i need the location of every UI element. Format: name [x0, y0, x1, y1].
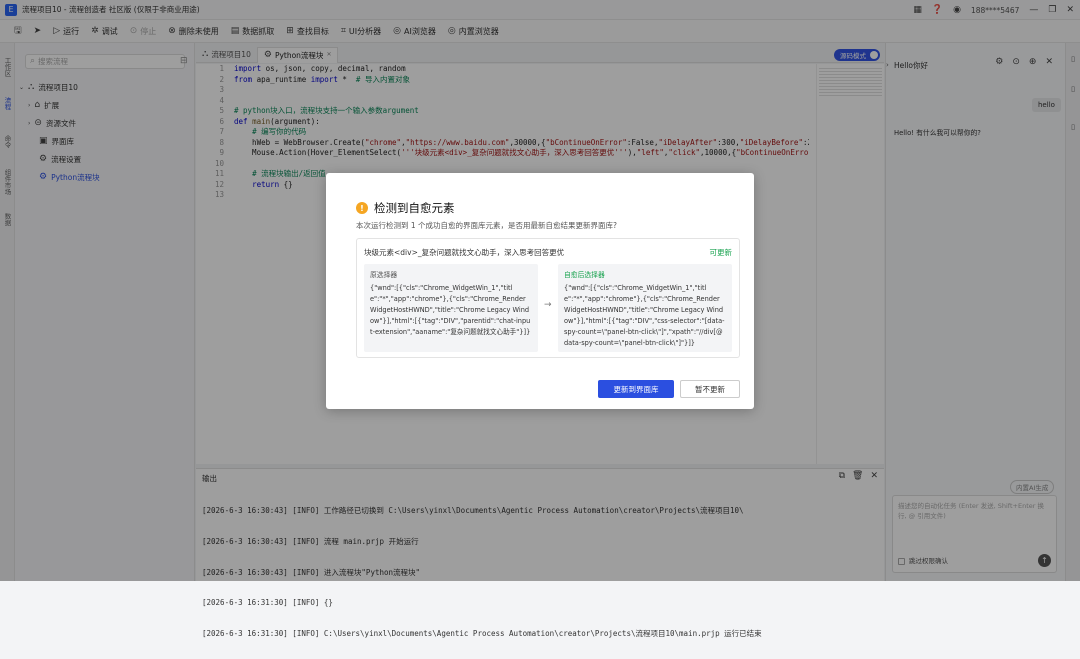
original-selector-label: 原选择器	[370, 271, 398, 279]
healed-selector-text: {"wnd":[{"cls":"Chrome_WidgetWin_1","tit…	[564, 284, 725, 347]
element-card: 块级元素<div>_复杂问题就找文心助手，深入思考回答更优 可更新 原选择器 {…	[356, 238, 740, 358]
healed-selector: 自愈后选择器 {"wnd":[{"cls":"Chrome_WidgetWin_…	[558, 264, 732, 352]
dialog-description: 本次运行检测到 1 个成功自愈的界面库元素，是否用最新自愈结果更新界面库?	[356, 221, 618, 230]
update-library-button[interactable]: 更新到界面库	[598, 380, 674, 398]
element-label: 块级元素<div>_复杂问题就找文心助手，深入思考回答更优	[364, 248, 565, 257]
arrow-right-icon: →	[544, 300, 552, 310]
skip-update-button[interactable]: 暂不更新	[680, 380, 740, 398]
healed-selector-label: 自愈后选择器	[564, 271, 605, 279]
status-badge: 可更新	[709, 248, 733, 257]
original-selector-text: {"wnd":[{"cls":"Chrome_WidgetWin_1","tit…	[370, 284, 531, 336]
log-line: [2026-6-3 16:31:30] [INFO] C:\Users\yinx…	[202, 629, 762, 639]
dialog-title-text: 检测到自愈元素	[374, 201, 455, 215]
log-line: [2026-6-3 16:31:30] [INFO] {}	[202, 598, 333, 608]
warning-icon: !	[356, 202, 368, 214]
dialog-title: ! 检测到自愈元素	[356, 200, 455, 216]
original-selector: 原选择器 {"wnd":[{"cls":"Chrome_WidgetWin_1"…	[364, 264, 538, 352]
self-heal-dialog: ! 检测到自愈元素 本次运行检测到 1 个成功自愈的界面库元素，是否用最新自愈结…	[326, 173, 754, 409]
